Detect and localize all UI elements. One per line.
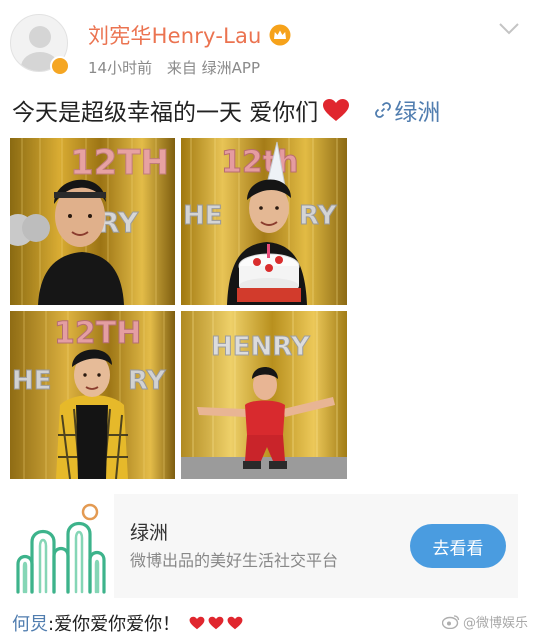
photo-image: 12TH HE RY (10, 311, 175, 479)
svg-text:RY: RY (128, 366, 167, 396)
post-photo[interactable]: 12th HE RY (181, 138, 347, 305)
post-text-row: 今天是超级幸福的一天 爱你们 绿洲 (12, 93, 440, 127)
chevron-down-icon[interactable] (498, 22, 520, 36)
post-photo[interactable]: HENRY (181, 311, 347, 479)
oasis-link[interactable]: 绿洲 (374, 93, 440, 127)
oasis-logo-icon (16, 503, 106, 594)
name-row: 刘宪华Henry-Lau (88, 20, 292, 50)
heart-emoji-icon (208, 616, 224, 630)
oasis-logo-thumb (10, 494, 114, 598)
weibo-logo-icon (441, 615, 460, 629)
post-header: 刘宪华Henry-Lau 14小时前 来自 绿洲APP (0, 0, 536, 88)
go-view-button[interactable]: 去看看 (410, 524, 506, 568)
post-photo[interactable]: 12TH HE RY (10, 311, 175, 479)
balloon-text: 12TH (70, 143, 169, 183)
post-photo[interactable]: 12TH RY (10, 138, 175, 305)
post-source[interactable]: 来自 绿洲APP (167, 59, 260, 77)
balloon-text: HENRY (211, 332, 311, 362)
comment-text: :爱你爱你爱你！ (48, 614, 181, 635)
comment-hearts (186, 616, 243, 630)
crown-badge-icon (269, 24, 291, 46)
oasis-link-card[interactable]: 绿洲 微博出品的美好生活社交平台 去看看 (10, 494, 518, 598)
verified-badge-icon (50, 56, 70, 76)
weibo-watermark: @微博娱乐 (441, 612, 528, 631)
card-title: 绿洲 (130, 522, 169, 544)
oasis-link-label: 绿洲 (394, 100, 441, 126)
svg-text:HE: HE (183, 201, 223, 231)
link-icon (375, 102, 392, 118)
comment-row: 何炅 :爱你爱你爱你！ (12, 610, 243, 636)
heart-emoji-icon (323, 99, 350, 121)
heart-emoji-icon (189, 616, 205, 630)
heart-emoji-icon (227, 616, 243, 630)
photo-image: HENRY (181, 311, 347, 479)
post-meta: 14小时前 来自 绿洲APP (88, 57, 260, 78)
svg-text:HE: HE (12, 366, 52, 396)
balloon-text: 12th (221, 145, 298, 180)
photo-image: 12th HE RY (181, 138, 347, 305)
svg-text:RY: RY (299, 201, 338, 231)
username[interactable]: 刘宪华Henry-Lau (88, 20, 262, 50)
comment-author[interactable]: 何炅 (12, 610, 48, 636)
watermark-text: @微博娱乐 (462, 616, 528, 631)
post-text: 今天是超级幸福的一天 爱你们 (12, 100, 319, 126)
balloon-text: 12TH (54, 316, 141, 351)
card-subtitle: 微博出品的美好生活社交平台 (130, 551, 339, 570)
post-time: 14小时前 (88, 59, 153, 77)
photo-image: 12TH RY (10, 138, 175, 305)
